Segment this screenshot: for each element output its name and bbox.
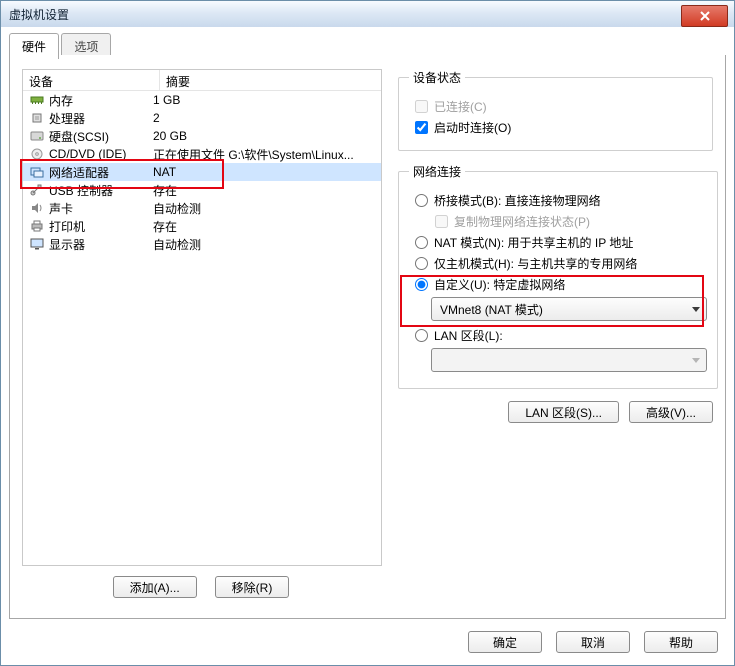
bridged-radio-row[interactable]: 桥接模式(B): 直接连接物理网络 xyxy=(415,192,707,209)
net-icon xyxy=(29,165,45,179)
usb-icon xyxy=(29,183,45,197)
connect-on-power-label: 启动时连接(O) xyxy=(434,119,511,136)
network-connection-group: 网络连接 桥接模式(B): 直接连接物理网络 复制物理网络连接状态(P) NAT… xyxy=(398,163,718,389)
device-row[interactable]: 网络适配器NAT xyxy=(23,163,381,181)
device-row[interactable]: 显示器自动检测 xyxy=(23,235,381,253)
device-summary: 1 GB xyxy=(147,93,381,107)
device-row[interactable]: 内存1 GB xyxy=(23,91,381,109)
device-name: 内存 xyxy=(49,92,147,109)
chevron-down-icon xyxy=(692,307,700,312)
device-name: USB 控制器 xyxy=(49,182,147,199)
device-summary: 2 xyxy=(147,111,381,125)
device-name: 硬盘(SCSI) xyxy=(49,128,147,145)
device-name: 声卡 xyxy=(49,200,147,217)
column-headers: 设备 摘要 xyxy=(23,70,381,91)
remove-button[interactable]: 移除(R) xyxy=(215,576,290,598)
custom-radio[interactable] xyxy=(415,278,428,291)
tab-hardware[interactable]: 硬件 xyxy=(9,33,59,59)
cd-icon xyxy=(29,147,45,161)
device-summary: 正在使用文件 G:\软件\System\Linux... xyxy=(147,146,381,163)
hostonly-radio-row[interactable]: 仅主机模式(H): 与主机共享的专用网络 xyxy=(415,255,707,272)
nat-label: NAT 模式(N): 用于共享主机的 IP 地址 xyxy=(434,234,633,251)
lan-segment-label: LAN 区段(L): xyxy=(434,327,503,344)
client-area: 硬件 选项 设备 摘要 内存1 GB处理器2硬盘(SCSI)20 GBCD/DV… xyxy=(1,27,734,665)
custom-network-value: VMnet8 (NAT 模式) xyxy=(440,301,543,318)
device-row[interactable]: 声卡自动检测 xyxy=(23,199,381,217)
col-summary[interactable]: 摘要 xyxy=(160,70,381,90)
connected-checkbox-row: 已连接(C) xyxy=(415,98,702,115)
device-summary: 自动检测 xyxy=(147,200,381,217)
device-summary: NAT xyxy=(147,165,381,179)
lan-segment-radio-row[interactable]: LAN 区段(L): xyxy=(415,327,707,344)
nat-radio-row[interactable]: NAT 模式(N): 用于共享主机的 IP 地址 xyxy=(415,234,707,251)
col-device[interactable]: 设备 xyxy=(23,70,160,90)
device-summary: 20 GB xyxy=(147,129,381,143)
device-row[interactable]: 处理器2 xyxy=(23,109,381,127)
device-summary: 存在 xyxy=(147,218,381,235)
cpu-icon xyxy=(29,111,45,125)
device-name: CD/DVD (IDE) xyxy=(49,147,147,161)
replicate-label: 复制物理网络连接状态(P) xyxy=(454,213,590,230)
hostonly-radio[interactable] xyxy=(415,257,428,270)
chevron-down-icon xyxy=(692,358,700,363)
device-buttons: 添加(A)... 移除(R) xyxy=(22,576,380,604)
device-name: 网络适配器 xyxy=(49,164,147,181)
nat-radio[interactable] xyxy=(415,236,428,249)
lan-segment-combo xyxy=(431,348,707,372)
device-status-legend: 设备状态 xyxy=(409,69,465,86)
connected-checkbox xyxy=(415,100,428,113)
device-row[interactable]: 硬盘(SCSI)20 GB xyxy=(23,127,381,145)
device-summary: 存在 xyxy=(147,182,381,199)
cancel-button[interactable]: 取消 xyxy=(556,631,630,653)
display-icon xyxy=(29,237,45,251)
printer-icon xyxy=(29,219,45,233)
bridged-label: 桥接模式(B): 直接连接物理网络 xyxy=(434,192,601,209)
right-buttons: LAN 区段(S)... 高级(V)... xyxy=(398,401,713,423)
close-button[interactable] xyxy=(681,5,728,27)
device-name: 显示器 xyxy=(49,236,147,253)
help-button[interactable]: 帮助 xyxy=(644,631,718,653)
add-button[interactable]: 添加(A)... xyxy=(113,576,197,598)
bridged-radio[interactable] xyxy=(415,194,428,207)
device-row[interactable]: CD/DVD (IDE)正在使用文件 G:\软件\System\Linux... xyxy=(23,145,381,163)
device-name: 处理器 xyxy=(49,110,147,127)
custom-label: 自定义(U): 特定虚拟网络 xyxy=(434,276,565,293)
lan-segments-button[interactable]: LAN 区段(S)... xyxy=(508,401,619,423)
device-row[interactable]: USB 控制器存在 xyxy=(23,181,381,199)
vm-settings-dialog: 虚拟机设置 硬件 选项 设备 摘要 内存1 GB处理器2硬盘(SCSI)20 G… xyxy=(0,0,735,666)
hostonly-label: 仅主机模式(H): 与主机共享的专用网络 xyxy=(434,255,637,272)
connected-label: 已连接(C) xyxy=(434,98,487,115)
memory-icon xyxy=(29,93,45,107)
device-row[interactable]: 打印机存在 xyxy=(23,217,381,235)
tab-content: 设备 摘要 内存1 GB处理器2硬盘(SCSI)20 GBCD/DVD (IDE… xyxy=(9,55,726,619)
connect-on-power-row[interactable]: 启动时连接(O) xyxy=(415,119,702,136)
device-name: 打印机 xyxy=(49,218,147,235)
right-pane: 设备状态 已连接(C) 启动时连接(O) 网络连接 桥接模式( xyxy=(398,69,713,604)
window-title: 虚拟机设置 xyxy=(9,6,69,23)
custom-radio-row[interactable]: 自定义(U): 特定虚拟网络 xyxy=(415,276,707,293)
dialog-buttons: 确定 取消 帮助 xyxy=(468,631,718,653)
lan-segment-radio[interactable] xyxy=(415,329,428,342)
replicate-checkbox-row: 复制物理网络连接状态(P) xyxy=(435,213,707,230)
ok-button[interactable]: 确定 xyxy=(468,631,542,653)
title-bar: 虚拟机设置 xyxy=(1,1,734,28)
device-summary: 自动检测 xyxy=(147,236,381,253)
replicate-checkbox xyxy=(435,215,448,228)
disk-icon xyxy=(29,129,45,143)
connect-on-power-checkbox[interactable] xyxy=(415,121,428,134)
device-list: 设备 摘要 内存1 GB处理器2硬盘(SCSI)20 GBCD/DVD (IDE… xyxy=(22,69,382,566)
sound-icon xyxy=(29,201,45,215)
device-status-group: 设备状态 已连接(C) 启动时连接(O) xyxy=(398,69,713,151)
custom-network-combo[interactable]: VMnet8 (NAT 模式) xyxy=(431,297,707,321)
close-icon xyxy=(699,11,711,21)
advanced-button[interactable]: 高级(V)... xyxy=(629,401,713,423)
network-connection-legend: 网络连接 xyxy=(409,163,465,180)
